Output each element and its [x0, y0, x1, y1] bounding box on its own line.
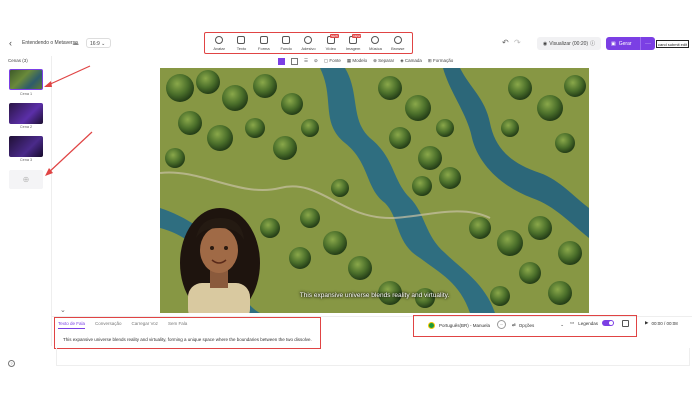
tool-avatar[interactable]: Avatar	[208, 35, 230, 51]
scene-thumb-2[interactable]	[9, 103, 43, 124]
scene-label-3: Cena 3	[19, 158, 33, 162]
tool-background[interactable]: Fundo	[275, 35, 297, 51]
subtitles-toggle[interactable]	[602, 320, 615, 326]
avatar-icon	[215, 35, 224, 44]
play-icon[interactable]: ▶	[645, 320, 648, 326]
submit-tag: cand submit edit	[656, 40, 690, 48]
tool-image[interactable]: NEW Imagem	[342, 33, 364, 51]
crop-tool-icon[interactable]	[291, 57, 298, 65]
text-icon	[237, 35, 246, 44]
subtitles-control: ▭ Legendas	[570, 320, 615, 326]
redo-icon[interactable]: ↷	[514, 38, 521, 47]
scene-label-2: Cena 2	[19, 125, 33, 129]
chevron-down-icon: ⌄	[560, 322, 564, 327]
help-icon[interactable]: ?	[8, 360, 15, 367]
modelo-button[interactable]: ▦ Modelo	[347, 58, 367, 64]
cloud-save-icon: ☁	[72, 40, 79, 47]
subtitles-icon: ▭	[570, 320, 575, 325]
canvas-subtoolbar: ☰ ⊘ ▢ Fonte ▦ Modelo ⊕ Separar ◈ Camada …	[278, 56, 453, 66]
script-tabs: Texto de Fala Conversação Carregar Voz S…	[58, 321, 187, 329]
select-tool-icon[interactable]	[278, 57, 285, 65]
list-icon[interactable]: ☰	[304, 58, 308, 64]
formacao-button[interactable]: ⊞ Formação	[428, 58, 453, 64]
generate-more-icon[interactable]: ···	[640, 37, 655, 50]
plus-icon: ⊕	[22, 175, 30, 184]
aspect-ratio-value: 16:9	[90, 41, 100, 47]
brazil-flag-icon	[428, 322, 435, 329]
link-icon[interactable]: ⊘	[314, 58, 318, 64]
tab-conversacao[interactable]: Conversação	[95, 321, 122, 329]
tool-video[interactable]: NEW Vídeo	[320, 33, 342, 51]
generate-icon: ▣	[611, 40, 616, 47]
new-badge: NEW	[329, 33, 339, 38]
copy-icon[interactable]	[622, 320, 629, 327]
aspect-ratio-select[interactable]: 16:9 ⌄	[86, 38, 111, 48]
scene-canvas[interactable]	[160, 68, 589, 313]
scene-label-1: Cena 1	[19, 92, 33, 96]
shape-icon	[259, 35, 268, 44]
canvas-caption: This expansive universe blends reality a…	[299, 292, 450, 299]
new-badge: NEW	[352, 33, 362, 38]
tool-music[interactable]: Música	[364, 35, 386, 51]
chevron-down-icon[interactable]: ⌄	[60, 306, 66, 314]
playback-time: ▶ 00:00 / 00:08	[645, 320, 678, 326]
add-scene-button[interactable]: ⊕	[9, 170, 43, 189]
annotation-arrows	[44, 65, 93, 176]
options-select[interactable]: ⇌ Opções ⌄	[512, 320, 564, 330]
fonte-button[interactable]: ▢ Fonte	[324, 58, 341, 64]
browse-icon	[393, 35, 402, 44]
script-row-empty	[56, 348, 690, 366]
voice-preview-icon[interactable]: ···	[497, 320, 506, 329]
play-circle-icon: ◉	[542, 40, 548, 47]
preview-button[interactable]: ◉ Visualizar (00:20) ⓘ	[537, 37, 601, 50]
insert-toolbar: Avatar Texto Forma Fundo Adesivo NEW Víde…	[204, 32, 413, 54]
tool-shape[interactable]: Forma	[253, 35, 275, 51]
scene-thumb-3[interactable]	[9, 136, 43, 157]
project-title[interactable]: Entendendo o Metaverso	[22, 40, 78, 46]
tab-texto-de-fala[interactable]: Texto de Fala	[58, 321, 86, 329]
back-icon[interactable]: ‹	[9, 38, 12, 48]
sliders-icon: ⇌	[512, 322, 516, 327]
info-icon: ⓘ	[590, 41, 596, 47]
scenes-title: Cenas (3)	[8, 58, 28, 63]
tool-text[interactable]: Texto	[230, 35, 252, 51]
separar-button[interactable]: ⊕ Separar	[373, 58, 394, 64]
tool-sticker[interactable]: Adesivo	[297, 35, 319, 51]
background-icon	[282, 35, 291, 44]
undo-icon[interactable]: ↶	[502, 38, 509, 47]
voice-select[interactable]: Português(BR) - Manuela	[428, 320, 490, 331]
sticker-icon	[304, 35, 313, 44]
tab-carregar-voz[interactable]: Carregar Voz	[132, 321, 159, 329]
script-text[interactable]: This expansive universe blends reality a…	[63, 337, 312, 342]
camada-button[interactable]: ◈ Camada	[400, 58, 422, 64]
scene-thumb-1[interactable]	[9, 69, 43, 90]
tab-sem-fala[interactable]: Sem Fala	[168, 321, 187, 329]
tool-browse[interactable]: Browse	[387, 35, 409, 51]
music-icon	[371, 35, 380, 44]
